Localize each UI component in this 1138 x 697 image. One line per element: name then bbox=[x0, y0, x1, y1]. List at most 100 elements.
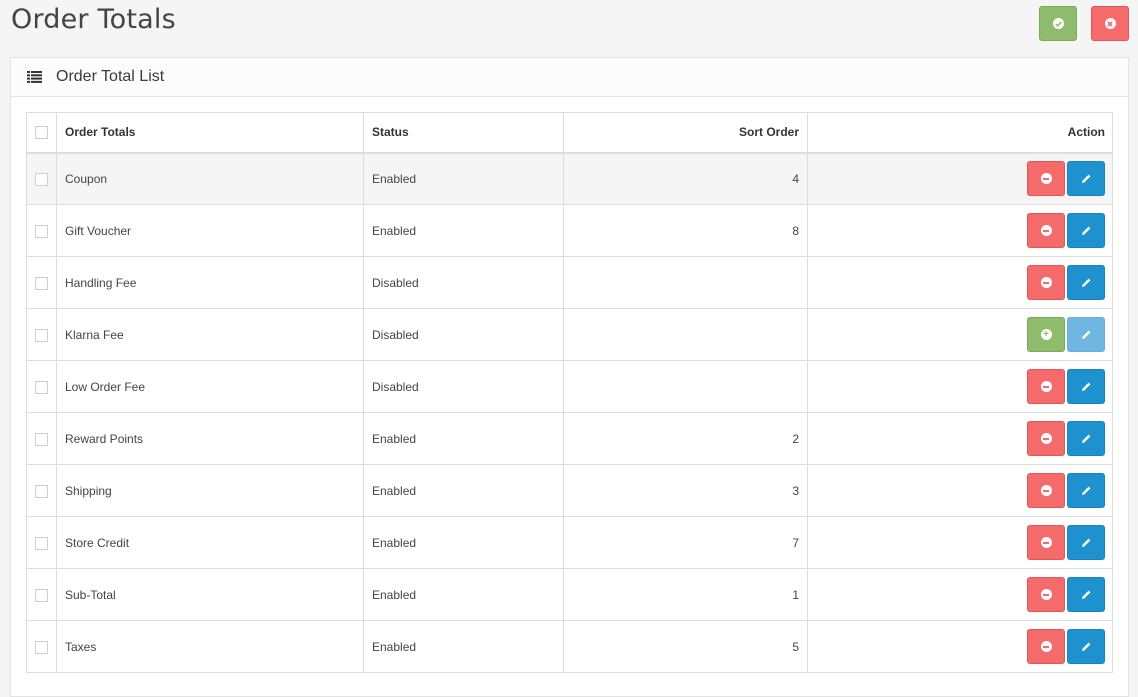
action-cell bbox=[807, 360, 1113, 413]
panel-heading: Order Total List bbox=[11, 58, 1128, 97]
column-header-order-totals[interactable]: Order Totals bbox=[56, 112, 364, 154]
edit-button[interactable] bbox=[1067, 265, 1105, 300]
table-row: Coupon Enabled 4 bbox=[26, 152, 1113, 205]
table-row: Store Credit Enabled 7 bbox=[26, 516, 1113, 569]
edit-button[interactable] bbox=[1067, 161, 1105, 197]
order-total-name: Taxes bbox=[56, 620, 364, 673]
uninstall-button[interactable] bbox=[1027, 577, 1065, 612]
row-checkbox[interactable] bbox=[35, 328, 48, 342]
sort-order-cell: 2 bbox=[563, 412, 808, 465]
table-row: Handling Fee Disabled bbox=[26, 256, 1113, 309]
order-total-name: Shipping bbox=[56, 464, 364, 517]
row-checkbox[interactable] bbox=[35, 224, 48, 238]
minus-circle-icon bbox=[1040, 589, 1052, 600]
save-button[interactable] bbox=[1039, 6, 1077, 41]
list-icon bbox=[27, 71, 42, 83]
sort-order-cell bbox=[563, 256, 808, 309]
table-row: Sub-Total Enabled 1 bbox=[26, 568, 1113, 621]
panel-title: Order Total List bbox=[56, 68, 165, 85]
minus-circle-icon bbox=[1040, 277, 1052, 288]
table-row: Klarna Fee Disabled + bbox=[26, 308, 1113, 361]
row-checkbox[interactable] bbox=[35, 640, 48, 654]
column-header-status: Status bbox=[363, 112, 564, 154]
select-cell bbox=[26, 152, 57, 205]
pencil-icon bbox=[1081, 642, 1090, 651]
select-cell bbox=[26, 412, 57, 465]
order-total-name: Gift Voucher bbox=[56, 204, 364, 257]
edit-button[interactable] bbox=[1067, 213, 1105, 248]
uninstall-button[interactable] bbox=[1027, 213, 1065, 248]
action-cell: + bbox=[807, 308, 1113, 361]
sort-order-cell: 1 bbox=[563, 568, 808, 621]
sort-order-cell: 7 bbox=[563, 516, 808, 569]
status-cell: Enabled bbox=[363, 620, 564, 673]
status-cell: Enabled bbox=[363, 516, 564, 569]
status-cell: Enabled bbox=[363, 464, 564, 517]
times-circle-icon bbox=[1104, 18, 1116, 29]
install-button[interactable]: + bbox=[1027, 317, 1065, 352]
minus-circle-icon bbox=[1040, 225, 1052, 236]
row-checkbox[interactable] bbox=[35, 172, 48, 186]
action-cell bbox=[807, 412, 1113, 465]
edit-button[interactable] bbox=[1067, 629, 1105, 664]
page-title: Order Totals bbox=[11, 4, 176, 35]
edit-button[interactable] bbox=[1067, 525, 1105, 560]
uninstall-button[interactable] bbox=[1027, 473, 1065, 508]
table-row: Low Order Fee Disabled bbox=[26, 360, 1113, 413]
row-checkbox[interactable] bbox=[35, 380, 48, 394]
order-total-name: Handling Fee bbox=[56, 256, 364, 309]
row-checkbox[interactable] bbox=[35, 536, 48, 550]
status-cell: Disabled bbox=[363, 308, 564, 361]
select-cell bbox=[26, 568, 57, 621]
status-cell: Enabled bbox=[363, 568, 564, 621]
edit-button[interactable] bbox=[1067, 473, 1105, 508]
pencil-icon bbox=[1081, 382, 1090, 391]
select-cell bbox=[26, 360, 57, 413]
sort-order-cell bbox=[563, 360, 808, 413]
plus-circle-icon: + bbox=[1040, 329, 1052, 340]
order-total-panel: Order Total List Order Totals Status Sor… bbox=[10, 57, 1129, 697]
order-total-name: Store Credit bbox=[56, 516, 364, 569]
action-cell bbox=[807, 464, 1113, 517]
action-cell bbox=[807, 152, 1113, 205]
action-cell bbox=[807, 516, 1113, 569]
pencil-icon bbox=[1081, 590, 1090, 599]
uninstall-button[interactable] bbox=[1027, 265, 1065, 300]
status-cell: Disabled bbox=[363, 256, 564, 309]
action-cell bbox=[807, 568, 1113, 621]
row-checkbox[interactable] bbox=[35, 588, 48, 602]
minus-circle-icon bbox=[1040, 173, 1052, 185]
minus-circle-icon bbox=[1040, 537, 1052, 548]
cancel-button[interactable] bbox=[1091, 6, 1129, 41]
pencil-icon bbox=[1081, 278, 1090, 287]
minus-circle-icon bbox=[1040, 485, 1052, 496]
table-header-row: Order Totals Status Sort Order Action bbox=[26, 112, 1113, 154]
uninstall-button[interactable] bbox=[1027, 629, 1065, 664]
row-checkbox[interactable] bbox=[35, 484, 48, 498]
select-all-checkbox[interactable] bbox=[35, 126, 48, 140]
sort-order-cell: 5 bbox=[563, 620, 808, 673]
row-checkbox[interactable] bbox=[35, 276, 48, 290]
uninstall-button[interactable] bbox=[1027, 525, 1065, 560]
edit-button[interactable] bbox=[1067, 421, 1105, 456]
edit-button[interactable] bbox=[1067, 317, 1105, 352]
select-cell bbox=[26, 620, 57, 673]
pencil-icon bbox=[1081, 486, 1090, 495]
row-checkbox[interactable] bbox=[35, 432, 48, 446]
select-cell bbox=[26, 204, 57, 257]
pencil-icon bbox=[1081, 434, 1090, 443]
action-cell bbox=[807, 204, 1113, 257]
uninstall-button[interactable] bbox=[1027, 369, 1065, 404]
uninstall-button[interactable] bbox=[1027, 421, 1065, 456]
order-total-name: Coupon bbox=[56, 152, 364, 205]
table-row: Reward Points Enabled 2 bbox=[26, 412, 1113, 465]
action-cell bbox=[807, 256, 1113, 309]
edit-button[interactable] bbox=[1067, 577, 1105, 612]
table-row: Shipping Enabled 3 bbox=[26, 464, 1113, 517]
pencil-icon bbox=[1081, 226, 1090, 235]
table-row: Taxes Enabled 5 bbox=[26, 620, 1113, 673]
edit-button[interactable] bbox=[1067, 369, 1105, 404]
check-circle-icon bbox=[1052, 18, 1064, 29]
order-total-name: Klarna Fee bbox=[56, 308, 364, 361]
uninstall-button[interactable] bbox=[1027, 161, 1065, 197]
